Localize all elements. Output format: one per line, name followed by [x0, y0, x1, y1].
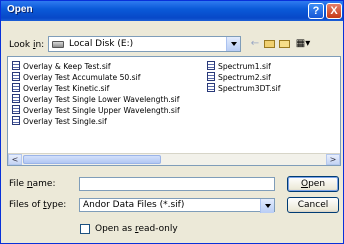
scroll-thumb[interactable] — [23, 155, 161, 164]
list-item[interactable]: Overlay Test Accumulate 50.sif — [12, 72, 180, 83]
file-list[interactable]: Overlay & Keep Test.sif Overlay Test Acc… — [7, 56, 341, 166]
dialog-title: Open — [7, 4, 33, 15]
look-in-dropdown[interactable]: Local Disk (E:) — [48, 36, 241, 52]
list-item[interactable]: Spectrum3DT.sif — [207, 83, 280, 94]
scroll-left-button[interactable]: < — [8, 154, 22, 165]
file-name-label: File name: — [9, 179, 56, 189]
file-type-value: Andor Data Files (*.sif) — [83, 200, 185, 210]
list-item[interactable]: Overlay Test Single.sif — [12, 116, 180, 127]
list-item[interactable]: Overlay Test Single Upper Wavelength.sif — [12, 105, 180, 116]
list-item[interactable]: Spectrum2.sif — [207, 72, 280, 83]
new-folder-icon[interactable] — [277, 37, 291, 51]
look-in-value: Local Disk (E:) — [69, 39, 134, 49]
sif-file-icon — [12, 61, 20, 70]
sif-file-icon — [12, 83, 20, 92]
list-item[interactable]: Overlay Test Single Lower Wavelength.sif — [12, 94, 180, 105]
cancel-button[interactable]: Cancel — [287, 197, 339, 213]
sif-file-icon — [12, 116, 20, 125]
file-column: Spectrum1.sif Spectrum2.sif Spectrum3DT.… — [207, 61, 280, 94]
file-column: Overlay & Keep Test.sif Overlay Test Acc… — [12, 61, 180, 127]
sif-file-icon — [12, 72, 20, 81]
read-only-checkbox[interactable] — [80, 224, 90, 234]
list-item[interactable]: Spectrum1.sif — [207, 61, 280, 72]
title-bar[interactable]: Open ? X — [1, 1, 343, 21]
drive-icon — [52, 41, 64, 48]
chevron-down-icon[interactable] — [226, 37, 240, 51]
back-arrow-icon[interactable]: ← — [248, 37, 262, 51]
horizontal-scrollbar[interactable]: < > — [8, 153, 340, 165]
list-item[interactable]: Overlay & Keep Test.sif — [12, 61, 180, 72]
open-button[interactable]: Open — [287, 176, 339, 192]
open-dialog: Open ? X Look in: Local Disk (E:) ← ▦▾ O… — [0, 0, 344, 244]
list-item[interactable]: Overlay Test Kinetic.sif — [12, 83, 180, 94]
chevron-down-icon[interactable] — [260, 199, 274, 213]
sif-file-icon — [207, 72, 215, 81]
close-button[interactable]: X — [326, 3, 342, 19]
file-type-dropdown[interactable]: Andor Data Files (*.sif) — [79, 198, 275, 213]
up-folder-icon[interactable] — [262, 37, 276, 51]
look-in-label: Look in: — [9, 40, 45, 50]
scroll-right-button[interactable]: > — [326, 154, 340, 165]
sif-file-icon — [207, 61, 215, 70]
sif-file-icon — [207, 83, 215, 92]
sif-file-icon — [12, 105, 20, 114]
views-menu-icon[interactable]: ▦▾ — [293, 37, 313, 51]
file-name-input[interactable] — [79, 177, 275, 191]
file-type-label: Files of type: — [9, 200, 67, 210]
read-only-label: Open as read-only — [95, 224, 178, 234]
sif-file-icon — [12, 94, 20, 103]
help-button[interactable]: ? — [308, 3, 324, 19]
